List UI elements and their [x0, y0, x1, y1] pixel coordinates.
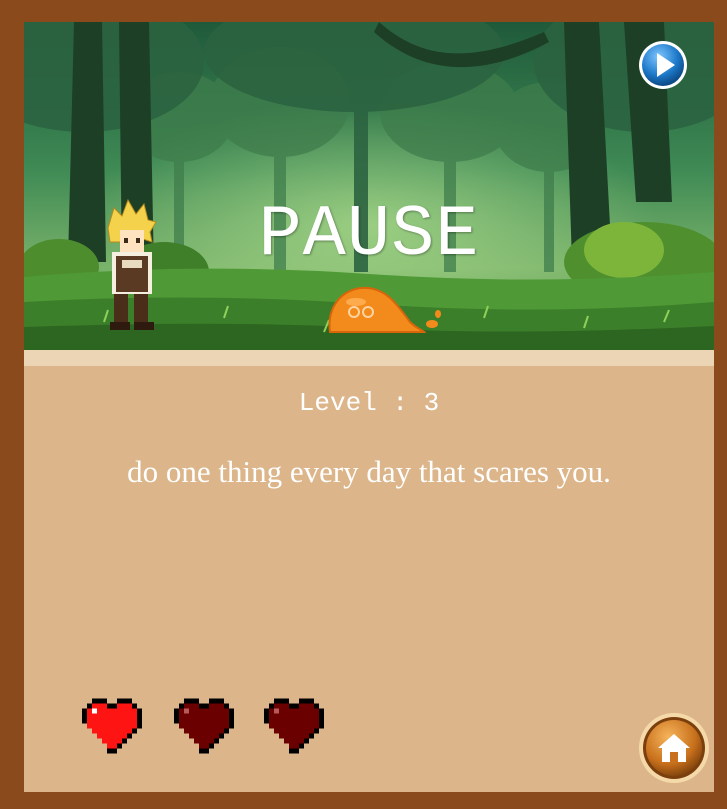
- slime-enemy: [328, 286, 441, 333]
- quote-text: do one thing every day that scares you.: [127, 454, 611, 489]
- home-button[interactable]: [638, 712, 710, 784]
- heart-icon: [264, 698, 324, 754]
- game-frame: PAUSE Level : 3 do one thing every day t…: [0, 0, 727, 809]
- game-scene: PAUSE: [24, 22, 714, 350]
- panel-divider: [24, 350, 714, 366]
- pause-panel: PAUSE Level : 3 do one thing every day t…: [24, 22, 714, 792]
- resume-button[interactable]: [638, 40, 688, 90]
- level-label: Level : 3: [298, 388, 440, 418]
- pause-title: PAUSE: [258, 194, 480, 276]
- heart-icon: [174, 698, 234, 754]
- play-icon: [639, 41, 687, 89]
- heart-icon: [82, 698, 142, 754]
- home-icon: [639, 713, 709, 783]
